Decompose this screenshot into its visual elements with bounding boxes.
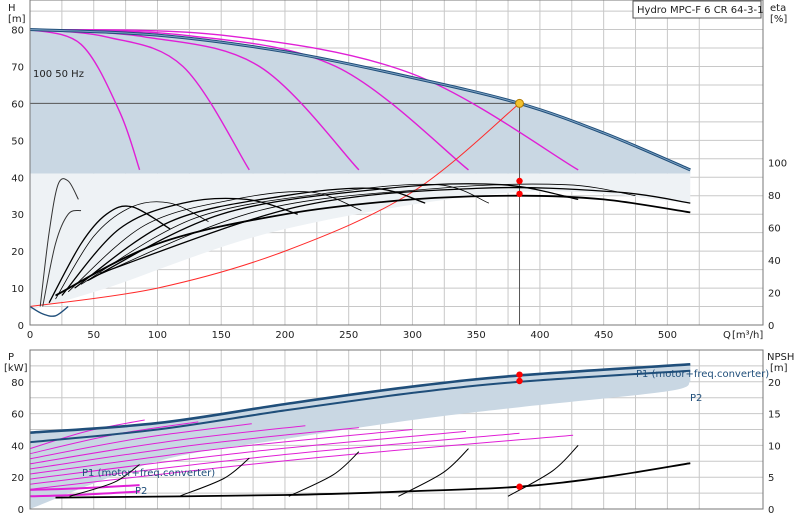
y2-tick-label: 20 — [768, 289, 781, 300]
series-label-p1-total: P1 (motor+freq.converter) — [636, 369, 769, 380]
top-y2-axis-unit: [%] — [770, 14, 787, 25]
efficiency-marker-2 — [516, 190, 523, 198]
bottom-y-axis-title: P — [8, 352, 14, 363]
top-y-axis-unit: [m] — [8, 14, 26, 25]
x-tick-label: 500 — [658, 330, 677, 341]
bottom-y2-tick-label: 10 — [768, 441, 781, 452]
efficiency-marker-1 — [516, 177, 523, 185]
y-tick-label: 50 — [11, 136, 24, 147]
y-tick-label: 0 — [18, 321, 24, 332]
bottom-y2-tick-label: 20 — [768, 378, 781, 389]
x-tick-label: 400 — [530, 330, 549, 341]
bottom-y2-tick-label: 0 — [768, 505, 774, 516]
y-tick-label: 10 — [11, 284, 24, 295]
y2-tick-label: 0 — [768, 321, 774, 332]
duty-point-marker — [515, 98, 525, 108]
bottom-y-tick-label: 40 — [11, 441, 24, 452]
bottom-y-tick-label: 0 — [18, 505, 24, 516]
x-tick-label: 450 — [594, 330, 613, 341]
x-tick-label: 350 — [467, 330, 486, 341]
efficiency-region — [30, 173, 691, 311]
x-tick-label: 50 — [87, 330, 100, 341]
x-tick-label: 100 — [148, 330, 167, 341]
product-label: Hydro MPC-F 6 CR 64-3-1 — [637, 5, 763, 16]
x-axis-unit: [m³/h] — [732, 330, 763, 341]
x-tick-label: 300 — [403, 330, 422, 341]
y2-tick-label: 40 — [768, 256, 781, 267]
x-tick-label: 200 — [275, 330, 294, 341]
power-marker-3 — [516, 483, 523, 490]
bottom-y-tick-label: 20 — [11, 473, 24, 484]
power-envelope — [30, 364, 691, 509]
bottom-y2-tick-label: 5 — [768, 473, 774, 484]
bottom-plot-area — [30, 363, 691, 509]
y-tick-label: 20 — [11, 247, 24, 258]
x-tick-label: 250 — [339, 330, 358, 341]
y2-tick-label: 80 — [768, 191, 781, 202]
x-tick-label: 0 — [27, 330, 33, 341]
x-tick-label: 150 — [212, 330, 231, 341]
y-tick-label: 60 — [11, 99, 24, 110]
power-marker-1 — [516, 371, 523, 378]
pump-performance-chart: 0 50 100 150 200 250 300 350 400 450 500 0 10 20 30 40 5… — [0, 0, 800, 520]
speed-label: 100 50 Hz — [33, 69, 84, 80]
y2-tick-label: 100 — [768, 159, 787, 170]
y-tick-label: 80 — [11, 26, 24, 37]
series-label-p2-single: P2 — [135, 486, 147, 497]
y-tick-label: 40 — [11, 173, 24, 184]
y2-tick-label: 60 — [768, 224, 781, 235]
top-y-axis-title: H — [8, 3, 16, 14]
y-tick-label: 30 — [11, 210, 24, 221]
operating-envelope — [30, 29, 691, 174]
series-label-p2-total: P2 — [690, 393, 702, 404]
chart-svg: 0 50 100 150 200 250 300 350 400 450 5000102030405… — [4, 0, 794, 516]
top-plot-area — [30, 28, 691, 325]
top-y2-axis-title: eta — [770, 3, 786, 14]
y-tick-label: 70 — [11, 62, 24, 73]
bottom-y2-tick-label: 15 — [768, 410, 781, 421]
bottom-y2-axis-title: NPSH — [767, 352, 794, 363]
bottom-y-tick-label: 60 — [11, 410, 24, 421]
bottom-y-tick-label: 80 — [11, 378, 24, 389]
power-marker-2 — [516, 377, 523, 385]
x-axis-title: Q — [723, 330, 731, 341]
bottom-y2-axis-unit: [m] — [770, 363, 788, 374]
series-label-p1-single: P1 (motor+freq.converter) — [82, 468, 215, 479]
bottom-y-axis-unit: [kW] — [4, 363, 28, 374]
